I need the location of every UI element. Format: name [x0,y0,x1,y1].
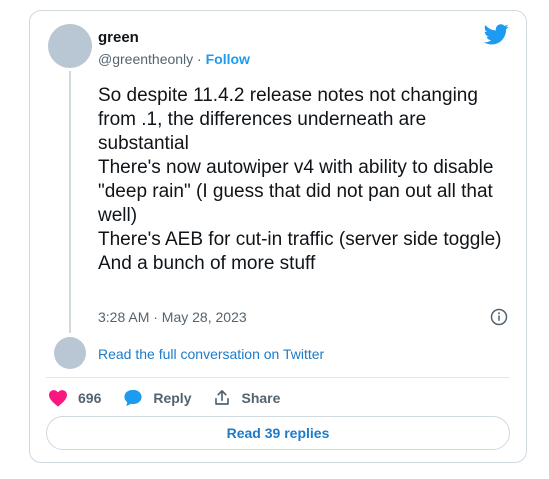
author-avatar[interactable] [48,24,92,68]
heart-icon [49,390,67,407]
read-replies-button[interactable]: Read 39 replies [46,416,510,450]
share-icon [215,390,230,405]
author-handle[interactable]: @greentheonly [98,51,193,67]
thread-line [69,71,71,333]
tweet-line: There's AEB for cut-in traffic (server s… [98,229,502,250]
follow-button[interactable]: Follow [206,51,250,67]
thread-avatar[interactable] [54,337,86,369]
separator-dot: · [193,51,206,67]
twitter-bird-icon[interactable] [484,24,509,45]
tweet-line: And a bunch of more stuff [98,253,316,274]
share-button[interactable]: Share [213,389,280,407]
read-full-conversation-link[interactable]: Read the full conversation on Twitter [98,345,324,363]
embedded-tweet-card: green @greentheonly · Follow So despite … [29,10,527,463]
author-name[interactable]: green [98,28,250,47]
share-label: Share [241,390,281,406]
reply-label: Reply [153,390,192,406]
like-button[interactable]: 696 [48,389,101,407]
reply-button[interactable]: Reply [123,389,191,407]
author-handle-row: @greentheonly · Follow [98,50,250,68]
divider [46,377,510,378]
tweet-text: So despite 11.4.2 release notes not chan… [98,84,518,276]
tweet-line: There's now autowiper v4 with ability to… [98,157,499,226]
tweet-timestamp[interactable]: 3:28 AM · May 28, 2023 [98,308,247,326]
like-count: 696 [78,390,102,406]
reply-bubble-icon [124,389,142,407]
author-info: green @greentheonly · Follow [98,28,250,68]
tweet-line: So despite 11.4.2 release notes not chan… [98,85,484,154]
action-bar: 696 Reply Share [48,387,302,409]
info-icon[interactable] [490,308,508,326]
